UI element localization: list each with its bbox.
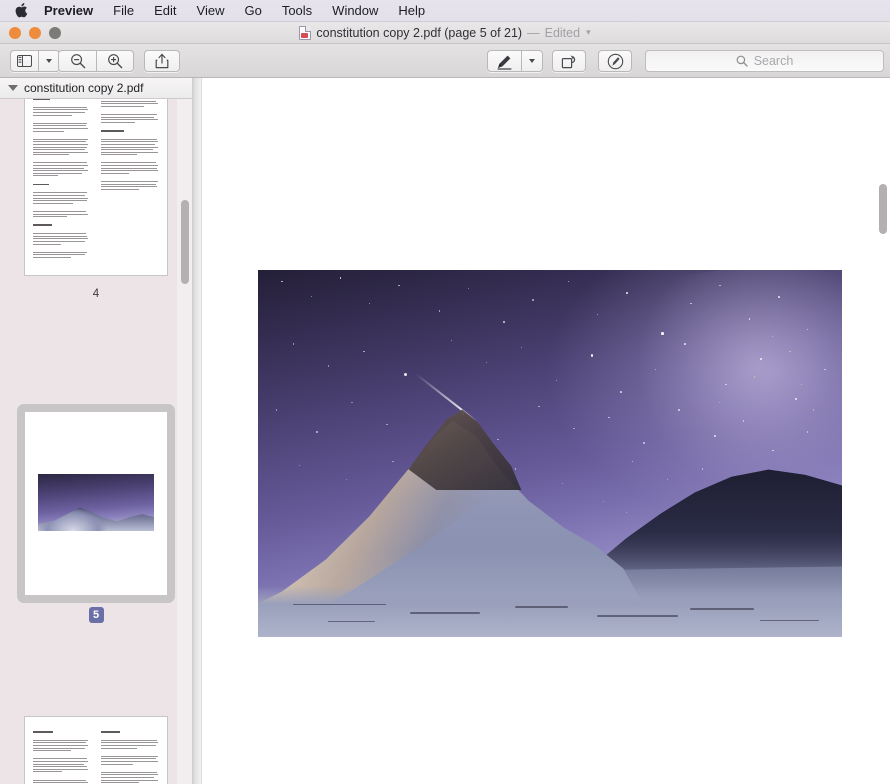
menu-item-preview[interactable]: Preview [34, 0, 103, 22]
thumbnail-frame [17, 84, 175, 283]
annotate-signature-button[interactable] [598, 50, 632, 72]
menu-bar: Preview File Edit View Go Tools Window H… [0, 0, 890, 22]
pdf-page-canvas [203, 78, 890, 784]
content-scrollbar[interactable] [875, 78, 890, 784]
thumbnail-item-page-6[interactable]: 6 [0, 709, 192, 784]
apple-logo-icon[interactable] [8, 0, 34, 22]
disclosure-triangle-open-icon[interactable] [8, 85, 18, 91]
menu-item-edit[interactable]: Edit [144, 0, 186, 22]
page-preview-page-5 [25, 412, 167, 595]
night-sky-mountain-photo [258, 270, 842, 637]
sidebar-toggle-button[interactable] [10, 50, 38, 72]
snow-foreground [258, 586, 842, 637]
share-button[interactable] [144, 50, 180, 72]
document-content-area[interactable] [203, 78, 890, 784]
thumbnail-photo [38, 474, 154, 531]
thumbnail-page-number: 4 [93, 287, 99, 301]
menu-item-view[interactable]: View [187, 0, 235, 22]
sidebar-filename: constitution copy 2.pdf [24, 81, 143, 95]
thumbnail-page-number-selected: 5 [89, 607, 104, 623]
window-controls [9, 22, 61, 44]
thumbnail-frame [17, 709, 175, 784]
pdf-document-icon [299, 26, 311, 40]
window-title: constitution copy 2.pdf (page 5 of 21) [316, 26, 522, 40]
text-column-right [101, 731, 159, 784]
content-scrollbar-thumb[interactable] [879, 184, 887, 234]
page-preview-page-6 [25, 717, 167, 784]
zoom-window-button[interactable] [49, 27, 61, 39]
thumbnail-mountain [38, 505, 154, 531]
search-icon [736, 55, 748, 67]
zoom-out-button[interactable] [58, 50, 96, 72]
preview-window: constitution copy 2.pdf (page 5 of 21) —… [0, 22, 890, 784]
thumbnail-sidebar: constitution copy 2.pdf [0, 78, 192, 784]
menu-item-tools[interactable]: Tools [272, 0, 322, 22]
search-placeholder: Search [754, 54, 794, 68]
markup-options-chevron-button[interactable] [521, 50, 543, 72]
menu-item-window[interactable]: Window [322, 0, 388, 22]
chevron-down-icon [46, 59, 52, 63]
sidebar-scrollbar[interactable] [177, 99, 192, 784]
close-window-button[interactable] [9, 27, 21, 39]
title-bar: constitution copy 2.pdf (page 5 of 21) —… [0, 22, 890, 44]
edited-status: Edited [545, 26, 580, 40]
title-separator: — [527, 26, 540, 40]
markup-button[interactable] [487, 50, 521, 72]
text-column-right [101, 98, 159, 191]
sidebar-header[interactable]: constitution copy 2.pdf [0, 78, 192, 99]
thumbnail-frame-selected [17, 404, 175, 603]
chevron-down-icon [529, 59, 535, 63]
sidebar-scrollbar-thumb[interactable] [181, 200, 189, 284]
page-preview-page-4 [25, 92, 167, 275]
thumbnail-list[interactable]: 4 5 [0, 99, 192, 784]
thumbnail-item-page-4[interactable]: 4 [0, 84, 192, 301]
search-input[interactable]: Search [645, 50, 884, 72]
sidebar-divider[interactable] [192, 78, 202, 784]
text-column-left [33, 731, 89, 784]
text-column-left [33, 98, 89, 259]
window-title-group: constitution copy 2.pdf (page 5 of 21) —… [299, 22, 590, 44]
menu-item-file[interactable]: File [103, 0, 144, 22]
minimize-window-button[interactable] [29, 27, 41, 39]
menu-item-go[interactable]: Go [234, 0, 271, 22]
thumbnail-item-page-5[interactable]: 5 [0, 404, 192, 623]
chevron-down-icon[interactable]: ▾ [586, 27, 591, 38]
zoom-in-button[interactable] [96, 50, 134, 72]
rotate-left-button[interactable] [552, 50, 586, 72]
sidebar-options-chevron-button[interactable] [38, 50, 60, 72]
menu-item-help[interactable]: Help [388, 0, 435, 22]
toolbar: Search [0, 44, 890, 78]
